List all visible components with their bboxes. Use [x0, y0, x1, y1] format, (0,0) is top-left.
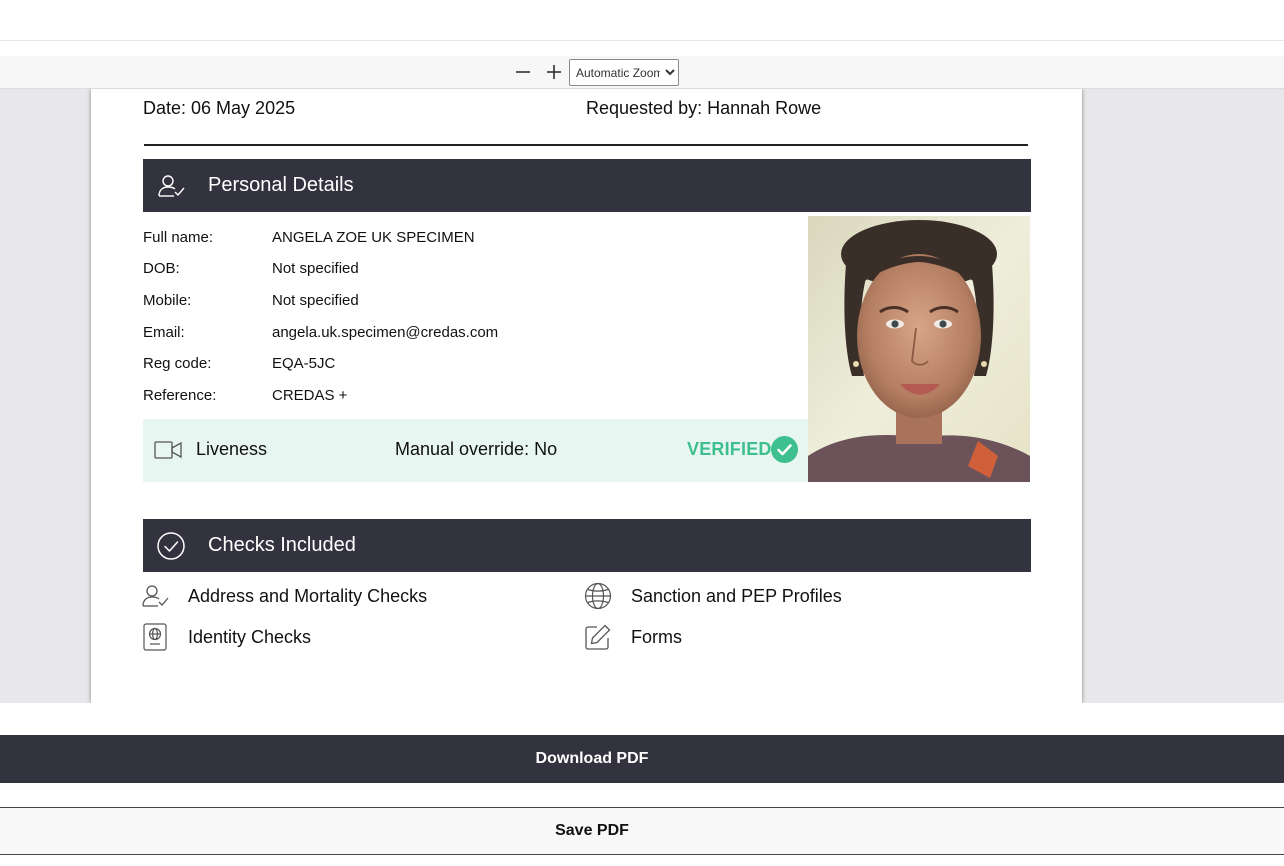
save-pdf-button[interactable]: Save PDF [0, 807, 1284, 855]
checks-included-title: Checks Included [208, 534, 356, 556]
plus-icon [547, 65, 561, 79]
zoom-in-button[interactable] [543, 62, 565, 82]
detail-value: EQA-5JC [272, 355, 336, 372]
portrait-image [808, 216, 1030, 482]
zoom-select[interactable]: Automatic Zoom [569, 59, 679, 86]
liveness-label: Liveness [196, 439, 268, 459]
passport-icon [143, 623, 167, 651]
pdf-viewer[interactable]: Date: 06 May 2025 Requested by: Hannah R… [0, 89, 1284, 703]
liveness-panel: Liveness Manual override: No VERIFIED [143, 419, 808, 482]
check-item-label: Address and Mortality Checks [188, 586, 428, 606]
minus-icon [516, 71, 530, 73]
detail-label: Full name: [143, 229, 214, 246]
top-band [0, 0, 1284, 41]
video-camera-icon [154, 441, 182, 459]
detail-value: Not specified [272, 292, 359, 309]
check-circle-icon [157, 532, 185, 560]
requested-by: Requested by: Hannah Rowe [586, 98, 822, 118]
detail-value: CREDAS + [272, 387, 348, 404]
user-check-icon [158, 175, 185, 197]
detail-value: Not specified [272, 260, 359, 277]
verified-status: VERIFIED [687, 439, 772, 459]
id-photo [808, 216, 1030, 482]
zoom-out-button[interactable] [512, 62, 534, 82]
pdf-page: Date: 06 May 2025 Requested by: Hannah R… [91, 89, 1082, 703]
detail-value: ANGELA ZOE UK SPECIMEN [272, 229, 475, 246]
check-item-label: Identity Checks [188, 627, 312, 647]
check-item-label: Sanction and PEP Profiles [631, 586, 842, 606]
detail-label: Reg code: [143, 355, 212, 372]
detail-label: Mobile: [143, 292, 192, 309]
detail-value: angela.uk.specimen@credas.com [272, 324, 499, 341]
detail-label: Reference: [143, 387, 217, 404]
report-date: Date: 06 May 2025 [143, 98, 296, 118]
download-pdf-button[interactable]: Download PDF [0, 735, 1284, 783]
user-check-icon [142, 585, 169, 607]
checks-included-header: Checks Included [143, 519, 1031, 572]
personal-details-header: Personal Details [143, 159, 1031, 212]
personal-details-title: Personal Details [208, 174, 354, 196]
detail-label: DOB: [143, 260, 180, 277]
manual-override: Manual override: No [395, 439, 558, 459]
divider [144, 144, 1028, 146]
globe-icon [584, 582, 612, 610]
check-circle-icon [771, 436, 798, 463]
edit-icon [585, 624, 611, 650]
detail-label: Email: [143, 324, 185, 341]
check-item-label: Forms [631, 627, 682, 647]
